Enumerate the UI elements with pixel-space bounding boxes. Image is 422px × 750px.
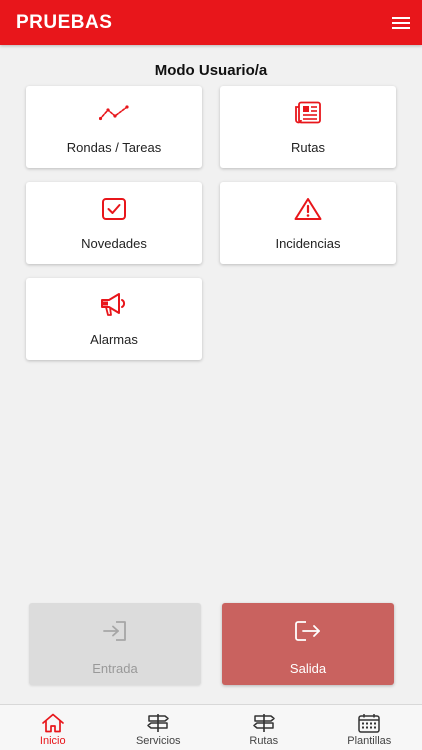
tile-label: Novedades [81, 236, 147, 251]
signpost-icon [251, 713, 277, 733]
tile-label: Rondas / Tareas [66, 140, 162, 155]
bottom-tab-bar: Inicio Servicios Rutas Plantillas [0, 704, 422, 750]
sign-in-icon [100, 619, 130, 643]
sign-out-icon [293, 619, 323, 643]
tab-label: Plantillas [347, 735, 392, 747]
tile-label: Rutas [291, 140, 325, 155]
trend-line-icon [99, 100, 129, 126]
salida-label: Salida [289, 661, 327, 676]
tab-plantillas[interactable]: Plantillas [317, 705, 422, 750]
tile-novedades[interactable]: Novedades [26, 182, 202, 264]
warning-triangle-icon [293, 196, 323, 222]
hamburger-menu-icon[interactable] [388, 10, 414, 36]
tile-label: Incidencias [275, 236, 341, 251]
entrada-button[interactable]: Entrada [29, 603, 201, 685]
tab-inicio[interactable]: Inicio [0, 705, 106, 750]
tile-label: Alarmas [90, 332, 138, 347]
entrada-label: Entrada [92, 661, 138, 676]
tile-incidencias[interactable]: Incidencias [220, 182, 396, 264]
tab-label: Servicios [135, 735, 181, 747]
page-title: Modo Usuario/a [154, 62, 268, 79]
app-title: PRUEBAS [16, 11, 113, 33]
calendar-icon [356, 713, 382, 733]
megaphone-icon [99, 292, 129, 318]
tile-alarmas[interactable]: Alarmas [26, 278, 202, 360]
newspaper-icon [293, 100, 323, 126]
tab-label: Rutas [249, 735, 279, 747]
app-header: PRUEBAS [0, 0, 422, 45]
home-icon [40, 713, 66, 733]
signpost-icon [145, 713, 171, 733]
tile-rutas[interactable]: Rutas [220, 86, 396, 168]
tab-rutas[interactable]: Rutas [211, 705, 317, 750]
tile-rondas-tareas[interactable]: Rondas / Tareas [26, 86, 202, 168]
salida-button[interactable]: Salida [222, 603, 394, 685]
tab-label: Inicio [39, 735, 66, 747]
tab-servicios[interactable]: Servicios [106, 705, 212, 750]
checkbox-icon [99, 196, 129, 222]
